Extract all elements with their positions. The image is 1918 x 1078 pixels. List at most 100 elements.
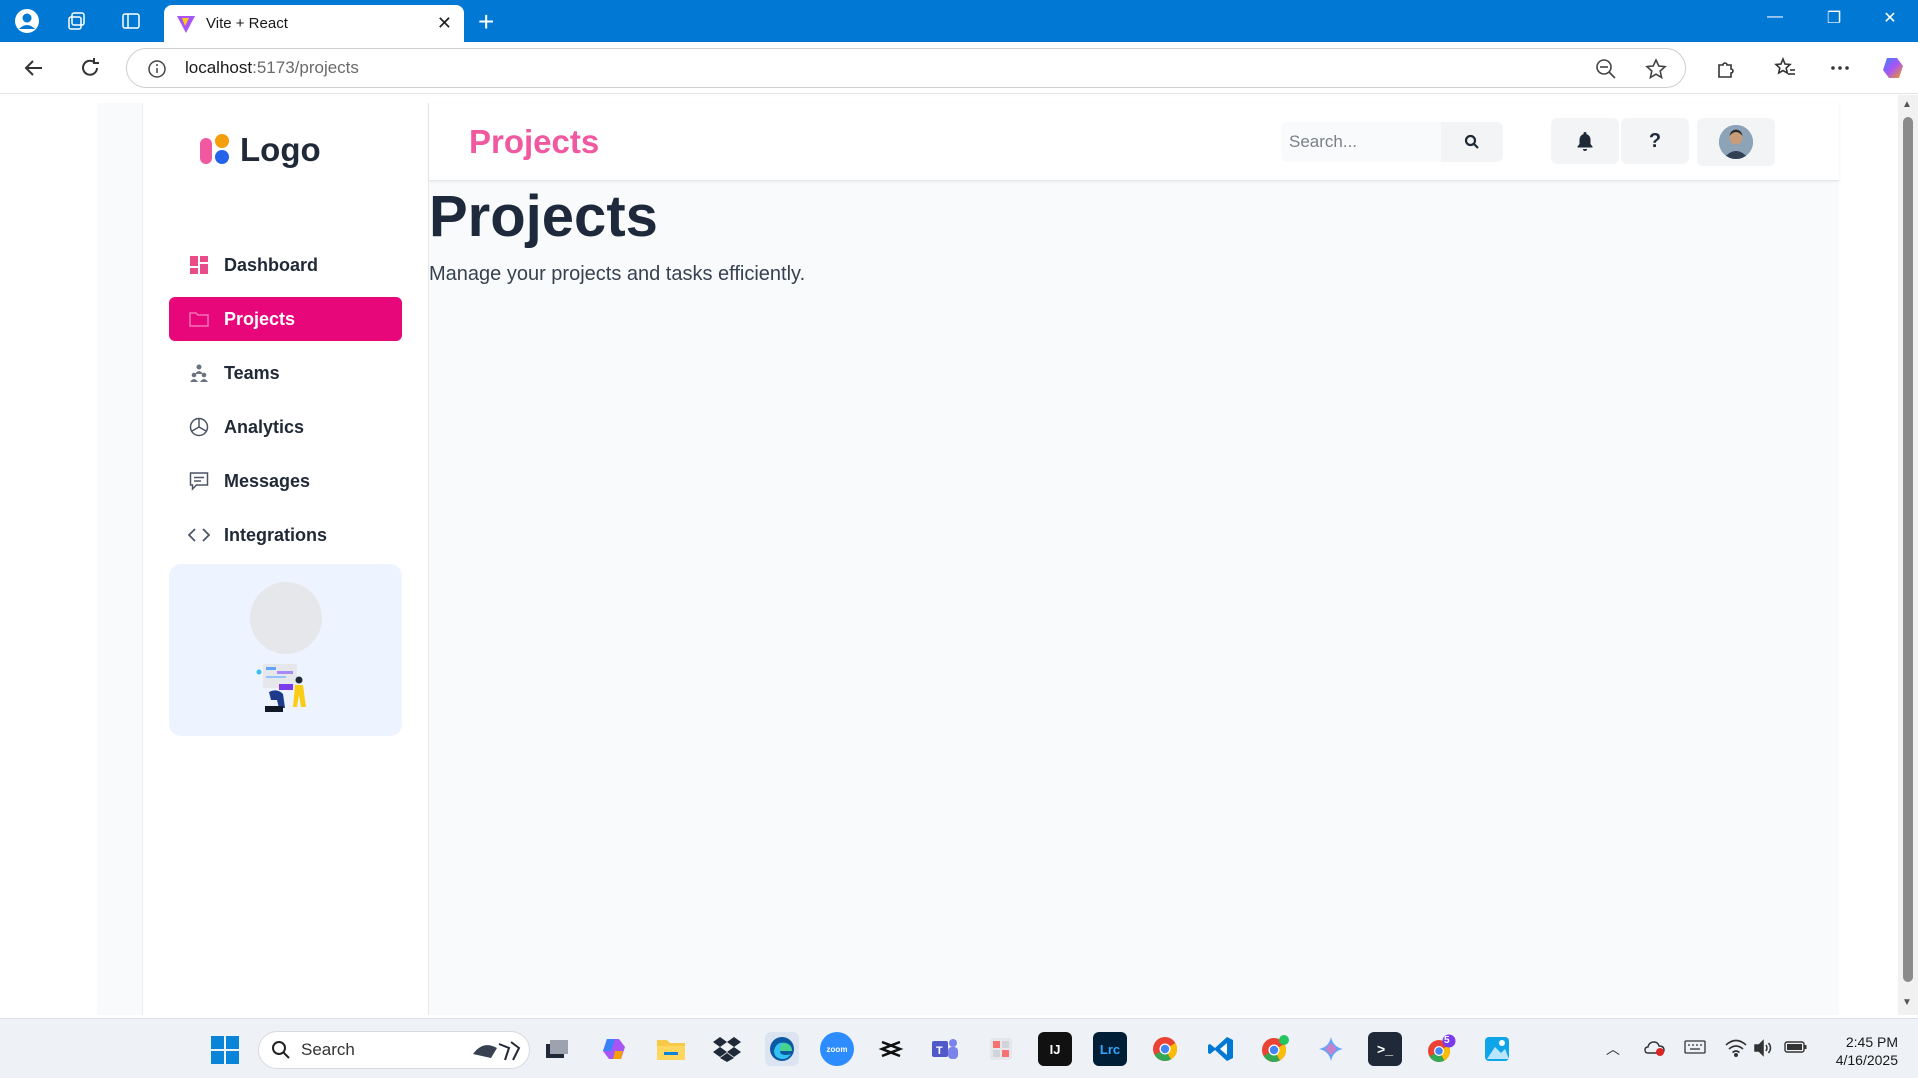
- top-header: Projects ?: [429, 103, 1839, 181]
- team-work-illustration-icon: [256, 664, 306, 712]
- search-input[interactable]: [1281, 122, 1441, 162]
- page-subtitle: Manage your projects and tasks efficient…: [429, 263, 806, 285]
- chrome-notification-badge: 5: [1444, 1035, 1450, 1046]
- keyboard-icon[interactable]: [1684, 1039, 1706, 1058]
- sidebar-item-label: Integrations: [224, 524, 328, 545]
- clock-time: 2:45 PM: [1845, 1034, 1898, 1050]
- minimize-icon[interactable]: —: [1755, 8, 1795, 26]
- sidebar-item-label: Projects: [224, 308, 296, 329]
- close-window-icon[interactable]: ✕: [1870, 8, 1910, 28]
- lightroom-classic-icon[interactable]: Lrc: [1093, 1032, 1127, 1066]
- wifi-icon[interactable]: [1725, 1039, 1747, 1060]
- copilot-icon[interactable]: [1880, 54, 1908, 82]
- copilot-app-icon[interactable]: [598, 1032, 632, 1066]
- zoom-app-icon[interactable]: zoom: [820, 1032, 854, 1066]
- search-icon: [1464, 134, 1479, 149]
- tab-close-icon[interactable]: ✕: [437, 13, 452, 34]
- gemini-app-icon[interactable]: [1314, 1032, 1348, 1066]
- chrome-profile-icon[interactable]: [1258, 1032, 1292, 1066]
- terminal-icon[interactable]: >_: [1368, 1032, 1402, 1066]
- sidebar-item-messages[interactable]: Messages: [169, 459, 402, 503]
- vite-favicon-icon: [177, 15, 195, 33]
- file-explorer-icon[interactable]: [654, 1032, 688, 1066]
- task-view-icon[interactable]: [540, 1032, 574, 1066]
- header-title: Projects: [469, 123, 600, 160]
- sidebar-item-analytics[interactable]: Analytics: [169, 405, 402, 449]
- chrome-badge-icon[interactable]: 5: [1424, 1032, 1458, 1066]
- grid-icon: [188, 254, 210, 276]
- sidebar: Logo Dashboard Projects Teams Analytics …: [142, 103, 429, 1015]
- favorite-star-icon[interactable]: [1645, 58, 1667, 80]
- workspaces-icon[interactable]: [64, 8, 90, 34]
- notifications-button[interactable]: [1551, 118, 1619, 164]
- sidebar-menu: Dashboard Projects Teams Analytics Messa…: [169, 243, 402, 567]
- show-hidden-icons-icon[interactable]: ︿: [1606, 1039, 1620, 1059]
- sidebar-item-integrations[interactable]: Integrations: [169, 513, 402, 557]
- app-root: Logo Dashboard Projects Teams Analytics …: [97, 103, 1839, 1015]
- pie-chart-icon: [188, 416, 210, 438]
- windows-taskbar: Search zoom T IJ Lrc >_ 5 ︿ 2:45 PM 4/16…: [0, 1018, 1918, 1078]
- volume-icon[interactable]: [1753, 1039, 1773, 1060]
- logo[interactable]: Logo: [198, 131, 321, 169]
- page-viewport: Logo Dashboard Projects Teams Analytics …: [5, 95, 1898, 1015]
- browser-navbar: localhost:5173/projects: [0, 42, 1918, 94]
- promo-avatar-placeholder: [250, 582, 322, 654]
- tab-title: Vite + React: [206, 15, 288, 32]
- avatar: [1719, 125, 1753, 159]
- site-info-icon[interactable]: [147, 59, 167, 79]
- search-box: [1281, 122, 1503, 162]
- bell-icon: [1577, 132, 1593, 151]
- sidebar-item-teams[interactable]: Teams: [169, 351, 402, 395]
- team-icon: [188, 362, 210, 384]
- capcut-icon[interactable]: [874, 1032, 908, 1066]
- help-label: ?: [1648, 129, 1662, 152]
- message-icon: [188, 470, 210, 492]
- taskbar-search[interactable]: Search: [258, 1031, 530, 1069]
- new-tab-icon[interactable]: +: [478, 6, 494, 38]
- code-icon: [188, 524, 210, 546]
- back-icon[interactable]: [20, 54, 48, 82]
- zoom-out-icon[interactable]: [1595, 58, 1617, 80]
- logo-mark-icon: [200, 134, 229, 164]
- help-button[interactable]: ?: [1621, 118, 1689, 164]
- profile-icon[interactable]: [14, 8, 40, 34]
- edge-browser-icon[interactable]: [765, 1032, 799, 1066]
- search-button[interactable]: [1441, 122, 1503, 162]
- logo-text: Logo: [240, 131, 321, 168]
- more-options-icon[interactable]: [1826, 54, 1854, 82]
- refresh-icon[interactable]: [76, 54, 104, 82]
- page-heading: Projects: [429, 184, 658, 249]
- battery-icon[interactable]: [1784, 1039, 1808, 1058]
- photos-app-icon[interactable]: [1480, 1032, 1514, 1066]
- sidebar-item-label: Teams: [224, 362, 280, 383]
- restore-icon[interactable]: ❐: [1814, 8, 1854, 28]
- sidebar-item-label: Dashboard: [224, 254, 319, 275]
- dropbox-icon[interactable]: [710, 1032, 744, 1066]
- start-button[interactable]: [211, 1036, 239, 1069]
- system-clock[interactable]: 2:45 PM 4/16/2025: [1820, 1033, 1898, 1069]
- user-avatar-button[interactable]: [1697, 118, 1775, 166]
- page-scrollbar[interactable]: ▲ ▼: [1898, 95, 1918, 1015]
- browser-tab[interactable]: Vite + React ✕: [164, 5, 464, 42]
- sidebar-item-projects[interactable]: Projects: [169, 297, 402, 341]
- scroll-down-icon[interactable]: ▼: [1902, 997, 1912, 1008]
- sidebar-item-dashboard[interactable]: Dashboard: [169, 243, 402, 287]
- onedrive-status-icon[interactable]: [1644, 1039, 1666, 1060]
- chrome-icon[interactable]: [1148, 1032, 1182, 1066]
- taskbar-search-label: Search: [301, 1040, 355, 1059]
- svg-text:T: T: [936, 1045, 943, 1057]
- scrollbar-thumb[interactable]: [1903, 117, 1913, 982]
- address-bar[interactable]: localhost:5173/projects: [126, 48, 1686, 88]
- extensions-icon[interactable]: [1712, 54, 1740, 82]
- vscode-icon[interactable]: [1204, 1032, 1238, 1066]
- vertical-tabs-icon[interactable]: [118, 8, 144, 34]
- clock-date: 4/16/2025: [1835, 1052, 1898, 1068]
- sidebar-item-label: Messages: [224, 470, 311, 491]
- app-launcher-icon[interactable]: [984, 1032, 1018, 1066]
- scroll-up-icon[interactable]: ▲: [1902, 99, 1912, 110]
- favorites-icon[interactable]: [1771, 54, 1799, 82]
- folder-icon: [188, 308, 210, 330]
- intellij-icon[interactable]: IJ: [1038, 1032, 1072, 1066]
- teams-icon[interactable]: T: [928, 1032, 962, 1066]
- promo-card: [169, 564, 402, 736]
